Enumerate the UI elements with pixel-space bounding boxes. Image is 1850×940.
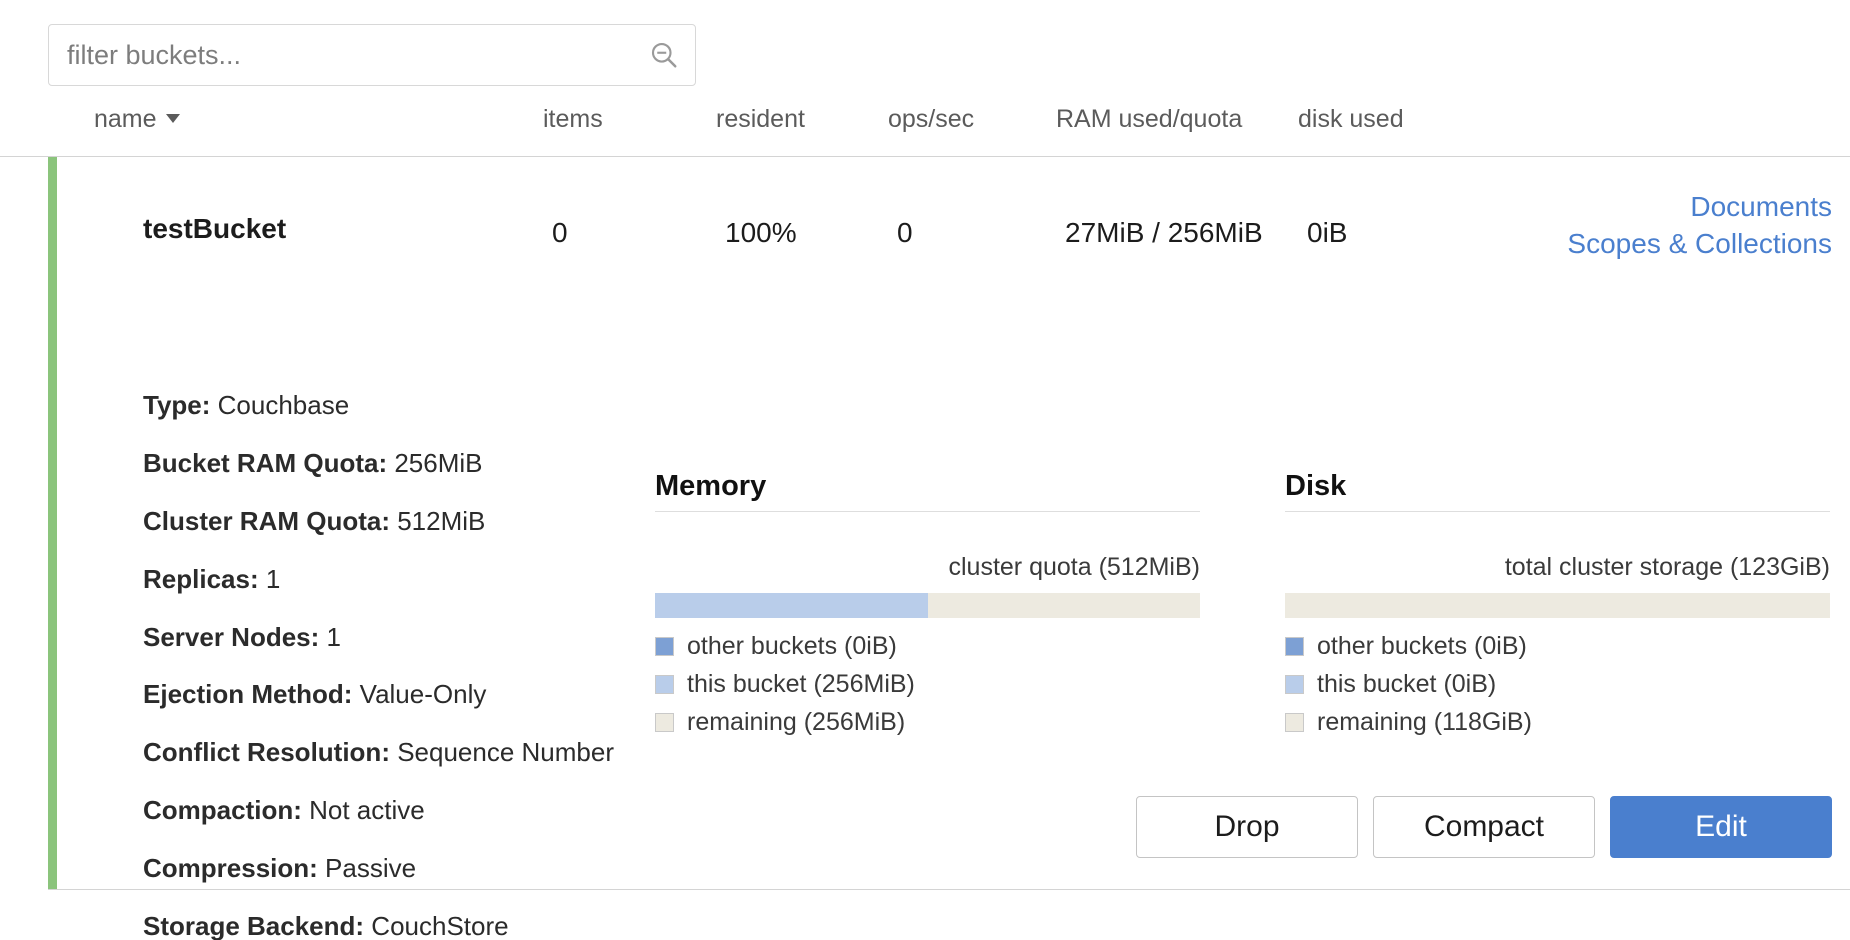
buckets-page: name items resident ops/sec RAM used/quo…: [0, 0, 1850, 940]
disk-legend-label: this bucket (0iB): [1317, 669, 1496, 700]
memory-panel-divider: [655, 511, 1200, 512]
bucket-detail-value: 1: [319, 622, 341, 652]
bucket-detail-label: Type:: [143, 390, 210, 420]
column-header-resident[interactable]: resident: [716, 104, 805, 134]
memory-legend-swatch-icon: [655, 637, 674, 656]
scopes-collections-link[interactable]: Scopes & Collections: [1567, 226, 1832, 263]
disk-panel-title: Disk: [1285, 471, 1830, 511]
disk-legend-item: this bucket (0iB): [1285, 669, 1830, 700]
disk-usage-bar: [1285, 593, 1830, 618]
column-header-ops-sec[interactable]: ops/sec: [888, 104, 974, 134]
bucket-detail-row: Ejection Method: Value-Only: [143, 680, 743, 710]
disk-legend-label: other buckets (0iB): [1317, 631, 1527, 662]
bucket-detail-label: Compaction:: [143, 795, 302, 825]
compact-button[interactable]: Compact: [1373, 796, 1595, 858]
memory-legend-label: other buckets (0iB): [687, 631, 897, 662]
disk-legend-swatch-icon: [1285, 675, 1304, 694]
bucket-resident: 100%: [725, 217, 797, 249]
disk-legend-item: other buckets (0iB): [1285, 631, 1830, 662]
bucket-detail-value: CouchStore: [364, 911, 509, 940]
bucket-detail-row: Compaction: Not active: [143, 796, 743, 826]
bucket-name[interactable]: testBucket: [143, 213, 286, 245]
memory-legend-swatch-icon: [655, 713, 674, 732]
bucket-detail-label: Cluster RAM Quota:: [143, 506, 390, 536]
drop-button[interactable]: Drop: [1136, 796, 1358, 858]
bucket-detail-row: Type: Couchbase: [143, 391, 743, 421]
memory-legend-item: this bucket (256MiB): [655, 669, 1200, 700]
bucket-detail-row: Storage Backend: CouchStore: [143, 912, 743, 940]
disk-usage-panel: Disk total cluster storage (123GiB) othe…: [1285, 471, 1830, 745]
memory-legend-label: this bucket (256MiB): [687, 669, 915, 700]
bucket-filter: [48, 24, 696, 86]
disk-legend-swatch-icon: [1285, 637, 1304, 656]
column-header-disk-used[interactable]: disk used: [1298, 104, 1404, 134]
bucket-detail-label: Compression:: [143, 853, 318, 883]
bucket-disk-used: 0iB: [1307, 217, 1347, 249]
disk-legend-label: remaining (118GiB): [1317, 707, 1532, 738]
bucket-detail-value: Couchbase: [210, 390, 349, 420]
memory-usage-bar: [655, 593, 1200, 618]
bucket-detail-value: Sequence Number: [390, 737, 614, 767]
bucket-detail-label: Conflict Resolution:: [143, 737, 390, 767]
bucket-detail-label: Storage Backend:: [143, 911, 364, 940]
bucket-detail-row: Server Nodes: 1: [143, 623, 743, 653]
bucket-detail-value: Value-Only: [352, 679, 486, 709]
bucket-detail-row: Cluster RAM Quota: 512MiB: [143, 507, 743, 537]
bucket-detail-row: Compression: Passive: [143, 854, 743, 884]
bucket-detail-label: Replicas:: [143, 564, 259, 594]
bucket-ram-used-quota: 27MiB / 256MiB: [1065, 217, 1263, 249]
filter-buckets-input[interactable]: [49, 25, 695, 85]
column-header-name-label: name: [94, 105, 157, 133]
memory-legend-item: remaining (256MiB): [655, 707, 1200, 738]
search-zoom-out-icon[interactable]: [649, 40, 679, 70]
disk-total-caption: total cluster storage (123GiB): [1285, 552, 1830, 582]
bucket-detail-row: Replicas: 1: [143, 565, 743, 595]
edit-button[interactable]: Edit: [1610, 796, 1832, 858]
disk-legend-swatch-icon: [1285, 713, 1304, 732]
bucket-table-header: name items resident ops/sec RAM used/quo…: [0, 104, 1850, 150]
bucket-card[interactable]: testBucket 0 100% 0 27MiB / 256MiB 0iB D…: [48, 157, 1850, 890]
memory-legend-item: other buckets (0iB): [655, 631, 1200, 662]
bucket-detail-value: 512MiB: [390, 506, 485, 536]
chevron-down-icon[interactable]: [166, 114, 180, 123]
memory-bar-segment-this-bucket: [655, 593, 928, 618]
bucket-items: 0: [552, 217, 568, 249]
bucket-detail-value: Not active: [302, 795, 425, 825]
memory-legend-swatch-icon: [655, 675, 674, 694]
disk-legend-item: remaining (118GiB): [1285, 707, 1830, 738]
disk-legend: other buckets (0iB) this bucket (0iB) rema…: [1285, 631, 1830, 738]
disk-panel-divider: [1285, 511, 1830, 512]
column-header-items[interactable]: items: [543, 104, 603, 134]
memory-total-caption: cluster quota (512MiB): [655, 552, 1200, 582]
memory-legend: other buckets (0iB) this bucket (256MiB) r…: [655, 631, 1200, 738]
bucket-detail-label: Ejection Method:: [143, 679, 352, 709]
table-bottom-divider: [48, 889, 1850, 890]
column-header-name[interactable]: name: [94, 104, 180, 134]
memory-legend-label: remaining (256MiB): [687, 707, 905, 738]
bucket-links: Documents Scopes & Collections: [1567, 189, 1832, 263]
documents-link[interactable]: Documents: [1567, 189, 1832, 226]
memory-usage-panel: Memory cluster quota (512MiB) other buck…: [655, 471, 1200, 745]
bucket-detail-label: Server Nodes:: [143, 622, 319, 652]
bucket-detail-value: 256MiB: [387, 448, 482, 478]
bucket-ops-sec: 0: [897, 217, 913, 249]
filter-input-wrapper[interactable]: [48, 24, 696, 86]
bucket-detail-row: Conflict Resolution: Sequence Number: [143, 738, 743, 768]
bucket-detail-value: 1: [259, 564, 281, 594]
memory-panel-title: Memory: [655, 471, 1200, 511]
bucket-detail-row: Bucket RAM Quota: 256MiB: [143, 449, 743, 479]
bucket-actions: Drop Compact Edit: [1136, 796, 1832, 858]
bucket-detail-value: Passive: [318, 853, 416, 883]
bucket-details-list: Type: Couchbase Bucket RAM Quota: 256MiB C…: [143, 391, 743, 940]
column-header-ram-used-quota[interactable]: RAM used/quota: [1056, 104, 1242, 134]
bucket-detail-label: Bucket RAM Quota:: [143, 448, 387, 478]
